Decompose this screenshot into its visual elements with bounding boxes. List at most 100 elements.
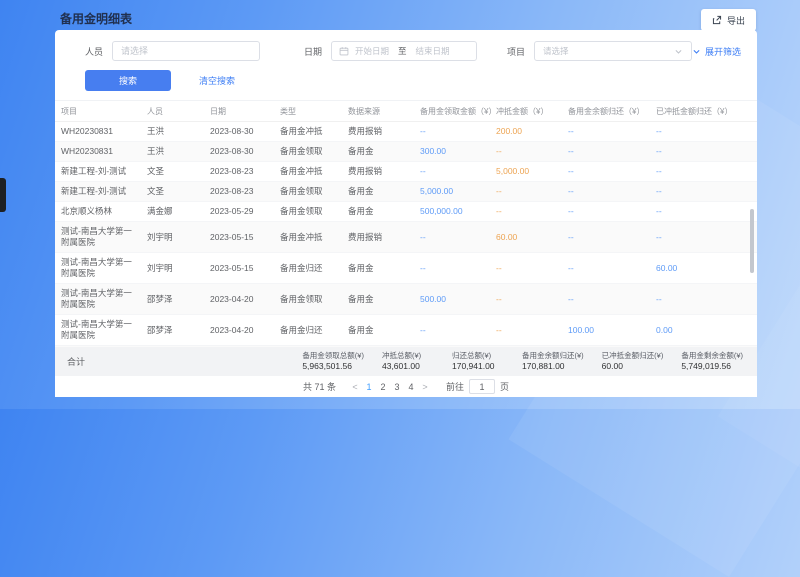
cell-project: 测试-南昌大学第一附属医院 bbox=[55, 222, 141, 252]
cell-person: 邵梦泽 bbox=[141, 321, 204, 340]
data-table: 项目人员日期类型数据来源备用金领取金额（¥）冲抵金额（¥）备用金余额归还（¥）已… bbox=[55, 101, 757, 347]
cell-person: 刘宇明 bbox=[141, 228, 204, 247]
summary-items: 备用金领取总额(¥)5,963,501.56 冲抵总额(¥)43,601.00 归还… bbox=[302, 351, 743, 372]
cell-project: 新建工程-刘-测试 bbox=[55, 162, 141, 181]
next-page-icon[interactable]: > bbox=[418, 382, 432, 392]
expand-filter-label: 展开筛选 bbox=[705, 45, 741, 58]
cell-type: 备用金领取 bbox=[274, 142, 342, 161]
page-button-1[interactable]: 1 bbox=[362, 382, 376, 392]
summary-item-value: 5,963,501.56 bbox=[302, 361, 364, 372]
cell-source: 备用金 bbox=[342, 202, 414, 221]
search-button[interactable]: 搜索 bbox=[85, 70, 171, 91]
project-filter-label: 项目 bbox=[507, 45, 525, 58]
cell-offset_return: -- bbox=[650, 182, 757, 201]
expand-filter-link[interactable]: 展开筛选 bbox=[692, 45, 741, 58]
summary-item-value: 60.00 bbox=[602, 361, 664, 372]
prev-page-icon[interactable]: < bbox=[348, 382, 362, 392]
cell-project: 新建工程-刘-测试 bbox=[55, 182, 141, 201]
cell-source: 备用金 bbox=[342, 321, 414, 340]
summary-item-label: 备用金剩余金额(¥) bbox=[681, 351, 743, 361]
cell-balance_return: -- bbox=[562, 290, 650, 309]
chevron-down-icon bbox=[674, 47, 683, 56]
cell-received: 500.00 bbox=[414, 290, 490, 309]
cell-date: 2023-04-20 bbox=[204, 290, 274, 309]
table-header-row: 项目人员日期类型数据来源备用金领取金额（¥）冲抵金额（¥）备用金余额归还（¥）已… bbox=[55, 101, 757, 122]
person-filter-input[interactable] bbox=[112, 41, 260, 61]
page-button-4[interactable]: 4 bbox=[404, 382, 418, 392]
cell-received: -- bbox=[414, 228, 490, 247]
summary-item: 备用金剩余金额(¥)5,749,019.56 bbox=[681, 351, 743, 372]
cell-balance_return: -- bbox=[562, 142, 650, 161]
table-row: 北京顺义杨林满金娜2023-05-29备用金领取备用金500,000.00---… bbox=[55, 202, 757, 222]
goto-page-input[interactable] bbox=[469, 379, 495, 394]
filter-panel: 人员 日期 开始日期 至 结束日期 项目 请选择 bbox=[55, 30, 757, 101]
cell-received: 300.00 bbox=[414, 142, 490, 161]
cell-offset: -- bbox=[490, 321, 562, 340]
cell-source: 备用金 bbox=[342, 259, 414, 278]
cell-balance_return: -- bbox=[562, 346, 650, 347]
cell-offset: -- bbox=[490, 259, 562, 278]
date-range-field[interactable]: 开始日期 至 结束日期 bbox=[331, 41, 477, 61]
summary-item: 备用金余额归还(¥)170,881.00 bbox=[522, 351, 584, 372]
cell-offset: -- bbox=[490, 202, 562, 221]
table-body: WH20230831王洪2023-08-30备用金冲抵费用报销--200.00-… bbox=[55, 122, 757, 347]
page-button-2[interactable]: 2 bbox=[376, 382, 390, 392]
column-header-date: 日期 bbox=[204, 101, 274, 121]
cell-project: WH20230831 bbox=[55, 142, 141, 161]
person-filter-label: 人员 bbox=[85, 45, 103, 58]
column-header-type: 类型 bbox=[274, 101, 342, 121]
side-drawer-handle[interactable] bbox=[0, 178, 6, 212]
cell-type: 备用金归还 bbox=[274, 259, 342, 278]
date-end-placeholder[interactable]: 结束日期 bbox=[416, 45, 450, 57]
export-button[interactable]: 导出 bbox=[701, 9, 756, 31]
cell-person: 文圣 bbox=[141, 162, 204, 181]
cell-person: 李峡 bbox=[141, 346, 204, 347]
summary-item-value: 170,881.00 bbox=[522, 361, 584, 372]
summary-item: 已冲抵金额归还(¥)60.00 bbox=[602, 351, 664, 372]
cell-project: 测试-南昌大学第一附属医院 bbox=[55, 315, 141, 345]
cell-offset: -- bbox=[490, 290, 562, 309]
goto-suffix: 页 bbox=[500, 380, 509, 393]
cell-offset_return: -- bbox=[650, 162, 757, 181]
pagination-bar: 共 71 条 < 1234 > 前往 页 bbox=[55, 376, 757, 397]
cell-person: 满金娜 bbox=[141, 202, 204, 221]
cell-offset_return: 0.00 bbox=[650, 321, 757, 340]
page-button-3[interactable]: 3 bbox=[390, 382, 404, 392]
table-row: 测试-南昌大学第一附属医院邵梦泽2023-04-20备用金归还备用金----10… bbox=[55, 315, 757, 346]
cell-project: WH20230831 bbox=[55, 122, 141, 141]
column-header-person: 人员 bbox=[141, 101, 204, 121]
cell-source: 备用金 bbox=[342, 182, 414, 201]
cell-balance_return: -- bbox=[562, 259, 650, 278]
cell-type: 备用金冲抵 bbox=[274, 122, 342, 141]
cell-received: -- bbox=[414, 122, 490, 141]
cell-date: 2023-08-30 bbox=[204, 122, 274, 141]
column-header-offset: 冲抵金额（¥） bbox=[490, 101, 562, 121]
summary-item: 冲抵总额(¥)43,601.00 bbox=[382, 351, 434, 372]
cell-offset_return: 60.00 bbox=[650, 259, 757, 278]
cell-balance_return: -- bbox=[562, 228, 650, 247]
cell-person: 王洪 bbox=[141, 142, 204, 161]
column-header-received: 备用金领取金额（¥） bbox=[414, 101, 490, 121]
calendar-icon bbox=[339, 46, 349, 56]
summary-item-label: 归还总额(¥) bbox=[452, 351, 504, 361]
table-row: 测试-南昌大学第一附属医院刘宇明2023-05-15备用金冲抵费用报销--60.… bbox=[55, 222, 757, 253]
cell-date: 2023-08-23 bbox=[204, 162, 274, 181]
cell-offset_return: -- bbox=[650, 142, 757, 161]
cell-source: 费用报销 bbox=[342, 228, 414, 247]
clear-search-link[interactable]: 清空搜索 bbox=[199, 74, 235, 87]
summary-item-label: 已冲抵金额归还(¥) bbox=[602, 351, 664, 361]
summary-item-label: 备用金领取总额(¥) bbox=[302, 351, 364, 361]
cell-offset_return: -- bbox=[650, 202, 757, 221]
table-row: 测试-南昌大学第一附属医院邵梦泽2023-04-20备用金领取备用金500.00… bbox=[55, 284, 757, 315]
date-start-placeholder[interactable]: 开始日期 bbox=[355, 45, 389, 57]
summary-item-value: 43,601.00 bbox=[382, 361, 434, 372]
cell-offset: 5,000.00 bbox=[490, 162, 562, 181]
project-select[interactable]: 请选择 bbox=[534, 41, 692, 61]
vertical-scrollbar[interactable] bbox=[750, 209, 754, 273]
cell-person: 文圣 bbox=[141, 182, 204, 201]
table-row: 测试-南昌大学第一附属医院刘宇明2023-05-15备用金归还备用金------… bbox=[55, 253, 757, 284]
cell-balance_return: 100.00 bbox=[562, 321, 650, 340]
cell-type: 备用金冲抵 bbox=[274, 228, 342, 247]
date-to-label: 至 bbox=[398, 45, 407, 57]
table-row: WH20230831王洪2023-08-30备用金冲抵费用报销--200.00-… bbox=[55, 122, 757, 142]
